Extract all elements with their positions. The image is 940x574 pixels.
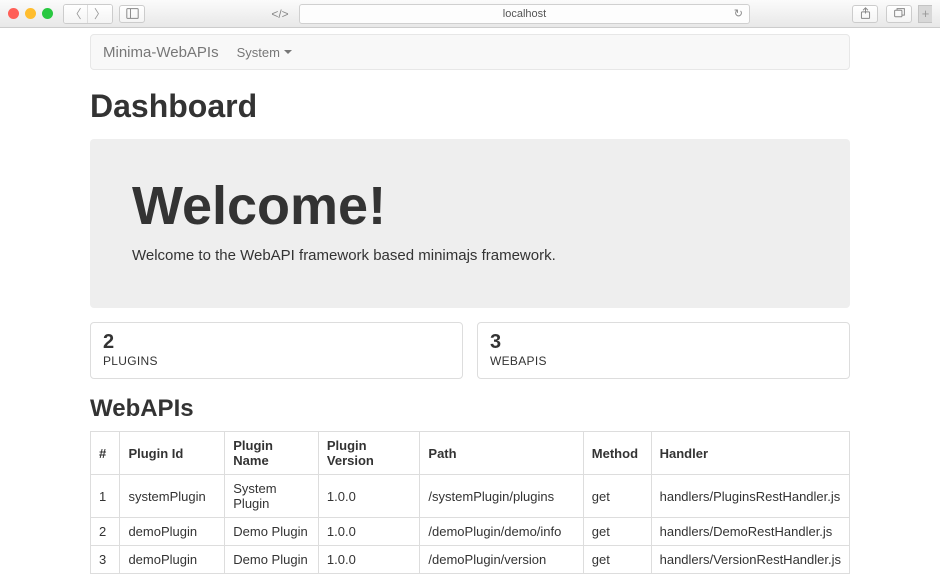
cell-plugin-name: System Plugin — [225, 475, 319, 518]
welcome-banner: Welcome! Welcome to the WebAPI framework… — [90, 139, 850, 308]
cell-handler: handlers/DemoRestHandler.js — [651, 518, 849, 546]
cell-plugin-version: 1.0.0 — [318, 546, 420, 574]
nav-item-label: System — [237, 45, 280, 60]
tabs-icon — [893, 7, 906, 20]
cell-path: /demoPlugin/version — [420, 546, 583, 574]
th-plugin-id: Plugin Id — [120, 432, 225, 475]
cell-index: 2 — [91, 518, 120, 546]
table-header-row: # Plugin Id Plugin Name Plugin Version P… — [91, 432, 850, 475]
table-row: 3 demoPlugin Demo Plugin 1.0.0 /demoPlug… — [91, 546, 850, 574]
webapis-table: # Plugin Id Plugin Name Plugin Version P… — [90, 431, 850, 574]
window-controls — [8, 8, 57, 19]
cell-handler: handlers/PluginsRestHandler.js — [651, 475, 849, 518]
cell-method: get — [583, 546, 651, 574]
section-webapis-title: WebAPIs — [90, 395, 850, 423]
cell-index: 3 — [91, 546, 120, 574]
sidebar-icon — [126, 7, 139, 20]
stat-webapis: 3 WEBAPIS — [477, 322, 850, 379]
cell-handler: handlers/VersionRestHandler.js — [651, 546, 849, 574]
refresh-icon[interactable]: ↻ — [734, 7, 743, 20]
dev-tools-button[interactable]: </> — [267, 5, 293, 23]
browser-toolbar: 〈 〉 </> localhost ↻ + — [0, 0, 940, 28]
table-row: 2 demoPlugin Demo Plugin 1.0.0 /demoPlug… — [91, 518, 850, 546]
stat-value: 3 — [490, 331, 837, 354]
maximize-window-button[interactable] — [42, 8, 53, 19]
th-handler: Handler — [651, 432, 849, 475]
navbar-brand[interactable]: Minima-WebAPIs — [103, 44, 219, 61]
cell-path: /systemPlugin/plugins — [420, 475, 583, 518]
th-plugin-name: Plugin Name — [225, 432, 319, 475]
cell-path: /demoPlugin/demo/info — [420, 518, 583, 546]
share-icon — [859, 7, 872, 20]
toolbar-right — [852, 5, 912, 23]
stat-value: 2 — [103, 331, 450, 354]
nav-system-dropdown[interactable]: System — [237, 45, 292, 60]
stat-label: WEBAPIS — [490, 354, 837, 368]
new-tab-button[interactable]: + — [918, 5, 932, 23]
stat-label: PLUGINS — [103, 354, 450, 368]
th-method: Method — [583, 432, 651, 475]
close-window-button[interactable] — [8, 8, 19, 19]
cell-method: get — [583, 475, 651, 518]
page-title: Dashboard — [90, 88, 850, 125]
address-url: localhost — [503, 8, 546, 20]
stats-row: 2 PLUGINS 3 WEBAPIS — [90, 322, 850, 379]
back-button[interactable]: 〈 — [64, 5, 88, 23]
cell-plugin-id: demoPlugin — [120, 518, 225, 546]
th-index: # — [91, 432, 120, 475]
app-navbar: Minima-WebAPIs System — [90, 34, 850, 70]
minimize-window-button[interactable] — [25, 8, 36, 19]
table-row: 1 systemPlugin System Plugin 1.0.0 /syst… — [91, 475, 850, 518]
cell-index: 1 — [91, 475, 120, 518]
nav-back-forward: 〈 〉 — [63, 4, 113, 24]
cell-plugin-version: 1.0.0 — [318, 518, 420, 546]
cell-plugin-id: demoPlugin — [120, 546, 225, 574]
welcome-heading: Welcome! — [132, 175, 808, 237]
address-bar[interactable]: localhost ↻ — [299, 4, 750, 24]
cell-plugin-version: 1.0.0 — [318, 475, 420, 518]
table-body: 1 systemPlugin System Plugin 1.0.0 /syst… — [91, 475, 850, 574]
cell-plugin-name: Demo Plugin — [225, 546, 319, 574]
tabs-button[interactable] — [886, 5, 912, 23]
th-path: Path — [420, 432, 583, 475]
forward-button[interactable]: 〉 — [88, 5, 112, 23]
sidebar-toggle-button[interactable] — [119, 5, 145, 23]
address-bar-group: </> localhost ↻ — [267, 4, 750, 24]
chevron-down-icon — [284, 50, 292, 54]
welcome-text: Welcome to the WebAPI framework based mi… — [132, 247, 808, 264]
cell-plugin-name: Demo Plugin — [225, 518, 319, 546]
share-button[interactable] — [852, 5, 878, 23]
cell-method: get — [583, 518, 651, 546]
th-plugin-version: Plugin Version — [318, 432, 420, 475]
stat-plugins: 2 PLUGINS — [90, 322, 463, 379]
cell-plugin-id: systemPlugin — [120, 475, 225, 518]
